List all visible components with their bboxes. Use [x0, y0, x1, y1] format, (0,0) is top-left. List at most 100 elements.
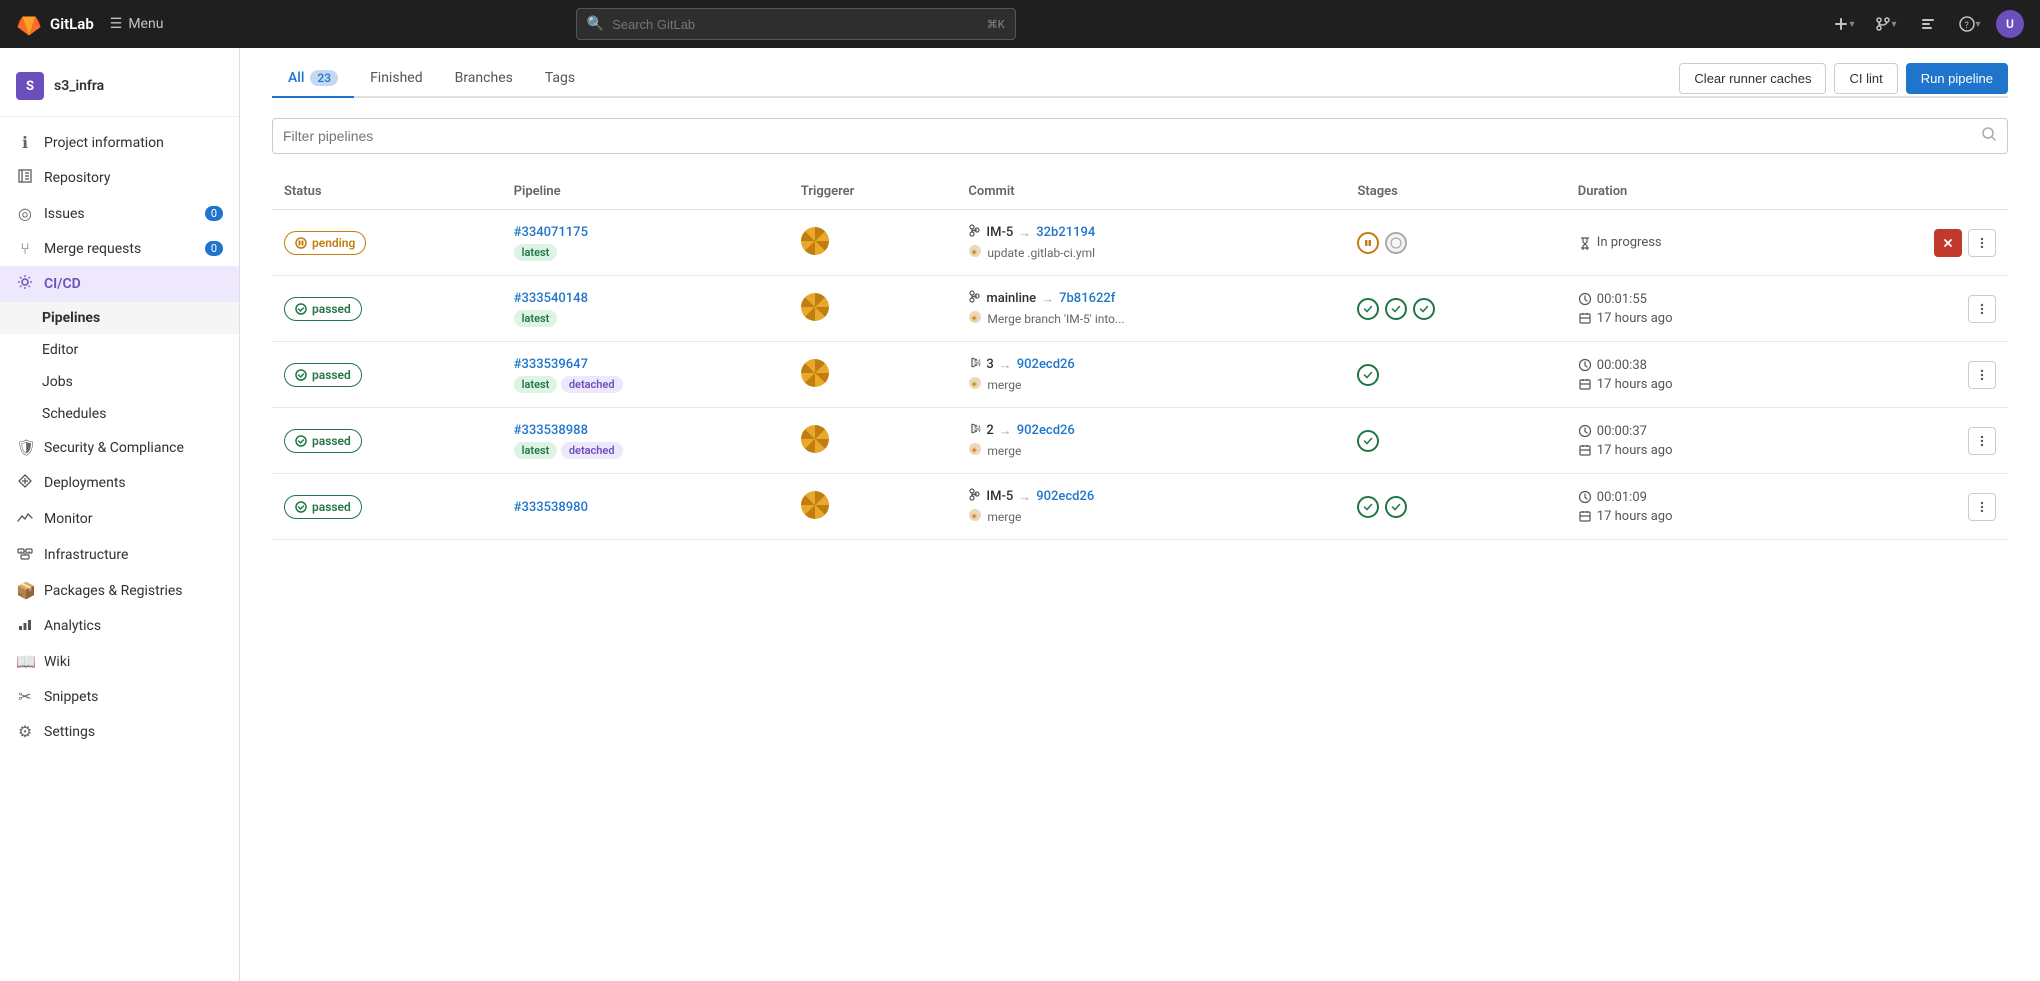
- sidebar-item-cicd[interactable]: CI/CD: [0, 266, 239, 302]
- pipeline-table-body: pending#334071175latest IM-5 → 32b21194 …: [272, 210, 2008, 540]
- triggerer-avatar: [801, 359, 829, 387]
- stage-icon-0[interactable]: [1357, 232, 1379, 254]
- global-search-bar[interactable]: 🔍 ⌘K: [576, 8, 1016, 40]
- sidebar-item-infrastructure[interactable]: Infrastructure: [0, 537, 239, 573]
- commit-avatar-small: ◈: [968, 310, 982, 327]
- commit-hash-link[interactable]: 902ecd26: [1036, 489, 1094, 504]
- sidebar-item-jobs[interactable]: Jobs: [0, 366, 239, 398]
- passed-icon: [295, 435, 307, 447]
- commit-hash-link[interactable]: 7b81622f: [1059, 291, 1115, 306]
- issues-icon: ◎: [16, 204, 34, 223]
- more-actions-button[interactable]: [1968, 493, 1996, 521]
- branch-name: 3: [986, 357, 993, 372]
- sidebar-item-merge-requests[interactable]: ⑂ Merge requests 0: [0, 231, 239, 266]
- status-badge: passed: [284, 429, 362, 453]
- commit-cell-3: ${row.branch} 2 → 902ecd26 ◈ merge: [956, 408, 1345, 474]
- analytics-icon: [16, 616, 34, 636]
- cancel-pipeline-button[interactable]: [1934, 229, 1962, 257]
- triggerer-cell-4: [789, 474, 957, 540]
- sidebar-item-pipelines[interactable]: Pipelines: [0, 302, 239, 334]
- clear-runner-caches-button[interactable]: Clear runner caches: [1679, 63, 1826, 94]
- table-row: passed#333538988latest detached ${row.br…: [272, 408, 2008, 474]
- filter-input[interactable]: [283, 128, 1981, 144]
- status-cell-1: passed: [272, 276, 502, 342]
- stage-icon-0[interactable]: [1357, 298, 1379, 320]
- stage-icon-1[interactable]: [1385, 496, 1407, 518]
- commit-hash-link[interactable]: 32b21194: [1036, 225, 1095, 240]
- duration-time: 00:01:55: [1597, 292, 1647, 307]
- triggerer-avatar: [801, 425, 829, 453]
- commit-avatar-small: ◈: [968, 508, 982, 525]
- stage-icon-0[interactable]: [1357, 496, 1379, 518]
- tab-tags[interactable]: Tags: [529, 60, 591, 98]
- actions-container: [1834, 493, 1996, 521]
- more-actions-button[interactable]: [1968, 427, 1996, 455]
- branch-icon: ${row.branch}: [968, 422, 981, 439]
- branch-icon: ${row.branch}: [968, 356, 981, 373]
- sidebar-item-schedules[interactable]: Schedules: [0, 398, 239, 430]
- sidebar-item-security-compliance[interactable]: 🛡 Security & Compliance: [0, 430, 239, 465]
- stages-container: [1357, 430, 1553, 452]
- create-new-icon[interactable]: ▾: [1828, 8, 1860, 40]
- merge-requests-icon[interactable]: ▾: [1870, 8, 1902, 40]
- sidebar-item-issues[interactable]: ◎ Issues 0: [0, 196, 239, 231]
- pipeline-tag-detached: detached: [561, 376, 623, 393]
- more-actions-button[interactable]: [1968, 229, 1996, 257]
- triggerer-avatar: [801, 227, 829, 255]
- duration-ago: 17 hours ago: [1597, 311, 1673, 326]
- run-pipeline-button[interactable]: Run pipeline: [1906, 63, 2008, 94]
- pipeline-link[interactable]: #333538980: [514, 500, 588, 515]
- svg-text:◈: ◈: [972, 314, 978, 322]
- pipeline-tag-latest: latest: [514, 376, 558, 393]
- status-badge: passed: [284, 363, 362, 387]
- tab-finished[interactable]: Finished: [354, 60, 439, 98]
- status-badge: passed: [284, 495, 362, 519]
- commit-avatar-small: ◈: [968, 244, 982, 261]
- branch-icon: [968, 290, 981, 307]
- tab-all[interactable]: All 23: [272, 60, 354, 98]
- more-actions-button[interactable]: [1968, 295, 1996, 323]
- commit-hash-link[interactable]: 902ecd26: [1017, 357, 1075, 372]
- gitlab-logo[interactable]: GitLab: [16, 11, 94, 37]
- sidebar-item-snippets[interactable]: ✂ Snippets: [0, 679, 239, 714]
- more-actions-button[interactable]: [1968, 361, 1996, 389]
- status-cell-4: passed: [272, 474, 502, 540]
- sidebar-item-project-information[interactable]: ℹ Project information: [0, 125, 239, 160]
- svg-text:?: ?: [1965, 21, 1969, 31]
- menu-toggle[interactable]: ☰ Menu: [110, 16, 164, 32]
- triggerer-cell-1: [789, 276, 957, 342]
- pipeline-filter-bar[interactable]: [272, 118, 2008, 154]
- pipeline-link[interactable]: #334071175: [514, 225, 588, 240]
- search-input[interactable]: [612, 17, 979, 32]
- sidebar-item-monitor[interactable]: Monitor: [0, 501, 239, 537]
- issues-badge: 0: [205, 206, 223, 221]
- stage-icon-0[interactable]: [1357, 430, 1379, 452]
- pipeline-link[interactable]: #333540148: [514, 291, 588, 306]
- commit-avatar-small: ◈: [968, 442, 982, 459]
- user-avatar[interactable]: U: [1996, 10, 2024, 38]
- clock-icon: [1578, 490, 1592, 504]
- todo-icon[interactable]: [1912, 8, 1944, 40]
- col-duration: Duration: [1566, 174, 1822, 210]
- security-icon: 🛡: [16, 438, 34, 457]
- sidebar-item-editor[interactable]: Editor: [0, 334, 239, 366]
- commit-message-text: update .gitlab-ci.yml: [987, 246, 1095, 260]
- tab-branches[interactable]: Branches: [439, 60, 529, 98]
- sidebar-item-packages-registries[interactable]: 📦 Packages & Registries: [0, 573, 239, 608]
- commit-hash-link[interactable]: 902ecd26: [1017, 423, 1075, 438]
- stage-icon-1[interactable]: [1385, 298, 1407, 320]
- sidebar-item-repository[interactable]: Repository: [0, 160, 239, 196]
- stage-icon-1[interactable]: [1385, 232, 1407, 254]
- sidebar-item-analytics[interactable]: Analytics: [0, 608, 239, 644]
- pipeline-link[interactable]: #333538988: [514, 423, 588, 438]
- svg-text:${row.branch}: ${row.branch}: [974, 424, 981, 433]
- pipeline-link[interactable]: #333539647: [514, 357, 588, 372]
- sidebar-item-wiki[interactable]: 📖 Wiki: [0, 644, 239, 679]
- sidebar-item-deployments[interactable]: Deployments: [0, 465, 239, 501]
- stage-icon-2[interactable]: [1413, 298, 1435, 320]
- pipeline-table: Status Pipeline Triggerer Commit Stages …: [272, 174, 2008, 540]
- stage-icon-0[interactable]: [1357, 364, 1379, 386]
- ci-lint-button[interactable]: CI lint: [1834, 63, 1897, 94]
- sidebar-item-settings[interactable]: ⚙ Settings: [0, 714, 239, 749]
- help-icon[interactable]: ? ▾: [1954, 8, 1986, 40]
